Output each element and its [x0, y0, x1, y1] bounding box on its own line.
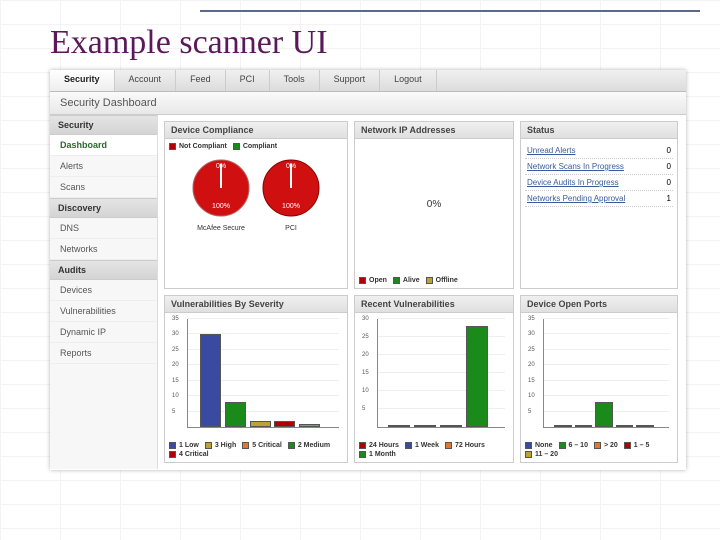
panel-open-ports: Device Open Ports 5101520253035 None 6 –… — [520, 295, 678, 463]
panel-title: Vulnerabilities By Severity — [165, 296, 347, 313]
panel-title: Device Compliance — [165, 122, 347, 139]
svg-text:100%: 100% — [282, 203, 300, 210]
panel-title: Status — [521, 122, 677, 139]
status-link-unread-alerts[interactable]: Unread Alerts — [527, 146, 575, 155]
panel-device-compliance: Device Compliance Not Compliant Complian… — [164, 121, 348, 289]
svg-text:0%: 0% — [216, 163, 226, 170]
chart-recent-vuln: 51015202530 — [359, 317, 509, 442]
sidebar-item-dashboard[interactable]: Dashboard — [50, 135, 157, 156]
status-row: Unread Alerts0 — [525, 143, 673, 159]
panel-status: Status Unread Alerts0 Network Scans In P… — [520, 121, 678, 289]
gauge-pci: 0%100% PCI — [259, 156, 323, 232]
legend-network-ip: Open Alive Offline — [359, 277, 509, 284]
sidebar-item-scans[interactable]: Scans — [50, 177, 157, 198]
panel-title: Device Open Ports — [521, 296, 677, 313]
status-row: Networks Pending Approval1 — [525, 191, 673, 207]
svg-text:100%: 100% — [212, 203, 230, 210]
panel-title: Recent Vulnerabilities — [355, 296, 513, 313]
top-nav: Security Account Feed PCI Tools Support … — [50, 70, 686, 92]
sidebar: Security Dashboard Alerts Scans Discover… — [50, 115, 158, 469]
sidebar-item-vulnerabilities[interactable]: Vulnerabilities — [50, 301, 157, 322]
nav-support[interactable]: Support — [320, 70, 381, 91]
chart-vuln-severity: 5101520253035 — [169, 317, 343, 442]
panel-title: Network IP Addresses — [355, 122, 513, 139]
nav-logout[interactable]: Logout — [380, 70, 437, 91]
legend-recent-vuln: 24 Hours 1 Week 72 Hours 1 Month — [359, 442, 509, 458]
panel-vuln-severity: Vulnerabilities By Severity 510152025303… — [164, 295, 348, 463]
nav-feed[interactable]: Feed — [176, 70, 226, 91]
chart-open-ports: 5101520253035 — [525, 317, 673, 442]
sidebar-item-devices[interactable]: Devices — [50, 280, 157, 301]
sidebar-item-alerts[interactable]: Alerts — [50, 156, 157, 177]
status-link-pending-approval[interactable]: Networks Pending Approval — [527, 194, 625, 203]
nav-security[interactable]: Security — [50, 70, 115, 91]
panel-recent-vuln: Recent Vulnerabilities 51015202530 24 Ho… — [354, 295, 514, 463]
sidebar-item-dns[interactable]: DNS — [50, 218, 157, 239]
sidebar-item-reports[interactable]: Reports — [50, 343, 157, 364]
legend-device-compliance: Not Compliant Compliant — [169, 143, 343, 150]
sidebar-group-audits: Audits — [50, 260, 157, 280]
status-row: Device Audits In Progress0 — [525, 175, 673, 191]
nav-pci[interactable]: PCI — [226, 70, 270, 91]
legend-vuln-severity: 1 Low 3 High 5 Critical 2 Medium 4 Criti… — [169, 442, 343, 458]
legend-open-ports: None 6 – 10 > 20 1 – 5 11 – 20 — [525, 442, 673, 458]
dashboard-main: Device Compliance Not Compliant Complian… — [158, 115, 686, 469]
scanner-app: Security Account Feed PCI Tools Support … — [50, 70, 686, 470]
network-ip-value: 0% — [355, 199, 513, 210]
slide-title: Example scanner UI — [50, 24, 328, 62]
status-link-network-scans[interactable]: Network Scans In Progress — [527, 162, 624, 171]
gauge-mcafee: 0%100% McAfee Secure — [189, 156, 253, 232]
panel-network-ip: Network IP Addresses 0% Open Alive Offli… — [354, 121, 514, 289]
status-row: Network Scans In Progress0 — [525, 159, 673, 175]
sidebar-item-dynamic-ip[interactable]: Dynamic IP — [50, 322, 157, 343]
status-link-device-audits[interactable]: Device Audits In Progress — [527, 178, 619, 187]
sidebar-item-networks[interactable]: Networks — [50, 239, 157, 260]
slide-accent — [200, 10, 700, 12]
nav-account[interactable]: Account — [115, 70, 177, 91]
sidebar-group-security: Security — [50, 115, 157, 135]
svg-text:0%: 0% — [286, 163, 296, 170]
breadcrumb: Security Dashboard — [50, 92, 686, 115]
sidebar-group-discovery: Discovery — [50, 198, 157, 218]
nav-tools[interactable]: Tools — [270, 70, 320, 91]
